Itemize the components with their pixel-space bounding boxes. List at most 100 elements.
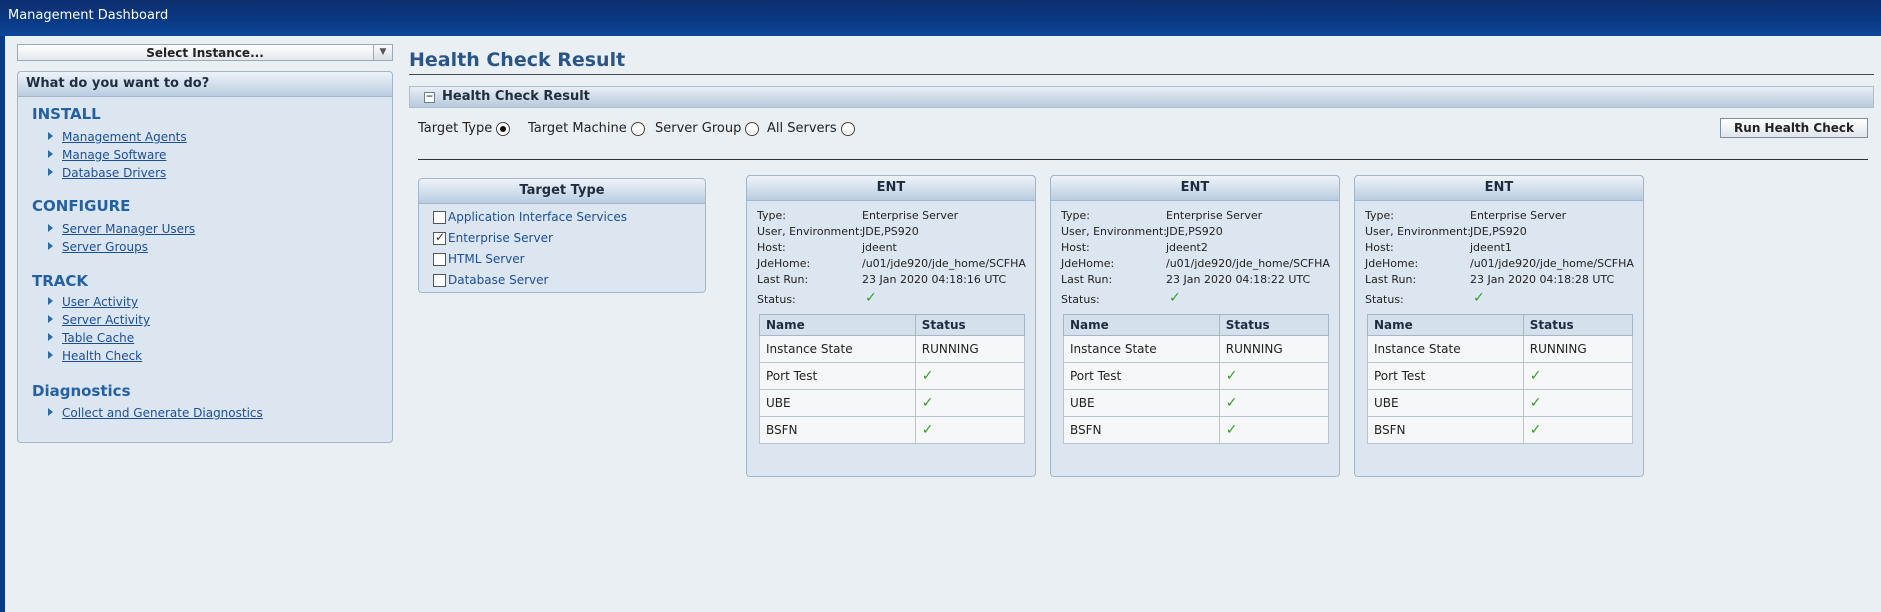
checkmark-icon: ✓	[1218, 362, 1330, 390]
option-enterprise-server[interactable]: ✓ Enterprise Server	[433, 230, 553, 245]
table-row: UBE ✓	[1367, 389, 1634, 417]
value-user-env: JDE,PS920	[862, 225, 919, 238]
divider	[418, 159, 1868, 160]
radio-target-machine[interactable]: Target Machine	[528, 121, 645, 136]
link-user-activity[interactable]: User Activity	[48, 295, 138, 309]
triangle-right-icon	[48, 297, 53, 305]
option-ais[interactable]: Application Interface Services	[433, 210, 627, 224]
value-user-env: JDE,PS920	[1470, 225, 1527, 238]
link-management-agents[interactable]: Management Agents	[48, 130, 187, 144]
page-title: Health Check Result	[409, 49, 626, 71]
checkmark-icon: ✓	[1473, 290, 1485, 306]
target-type-panel-title: Target Type	[419, 179, 705, 204]
checkmark-icon: ✓	[1522, 416, 1634, 444]
label-type: Type:	[757, 209, 786, 222]
triangle-right-icon	[48, 150, 53, 158]
health-table: Name Status Instance State RUNNING Port Te…	[1063, 314, 1330, 444]
instance-select-value: Select Instance...	[146, 46, 264, 60]
table-row: Instance State RUNNING	[1063, 335, 1330, 363]
label-jde-home: JdeHome:	[1061, 257, 1115, 270]
title-bar: Management Dashboard	[0, 0, 1881, 36]
label-last-run: Last Run:	[1061, 273, 1113, 286]
instance-select[interactable]: Select Instance... ▼	[17, 44, 393, 61]
checkbox[interactable]	[433, 274, 446, 287]
checkmark-icon: ✓	[1522, 389, 1634, 417]
value-type: Enterprise Server	[1470, 209, 1567, 222]
checkbox[interactable]	[433, 211, 446, 224]
title-rule	[409, 74, 1874, 75]
link-health-check[interactable]: Health Check	[48, 349, 142, 363]
label-jde-home: JdeHome:	[757, 257, 811, 270]
server-card: ENT Type: Enterprise Server User, Enviro…	[1050, 175, 1340, 477]
value-host: jdeent2	[1166, 241, 1208, 254]
link-table-cache[interactable]: Table Cache	[48, 331, 134, 345]
checkmark-icon: ✓	[1169, 290, 1181, 306]
label-type: Type:	[1365, 209, 1394, 222]
table-row: UBE ✓	[759, 389, 1026, 417]
label-type: Type:	[1061, 209, 1090, 222]
link-database-drivers[interactable]: Database Drivers	[48, 166, 166, 180]
label-jde-home: JdeHome:	[1365, 257, 1419, 270]
label-user-env: User, Environment:	[1365, 225, 1472, 238]
checkbox-checked[interactable]: ✓	[433, 230, 446, 245]
task-panel-title: What do you want to do?	[18, 72, 392, 97]
value-host: jdeent	[862, 241, 897, 254]
table-row: Port Test ✓	[1367, 362, 1634, 390]
value-host: jdeent1	[1470, 241, 1512, 254]
link-server-activity[interactable]: Server Activity	[48, 313, 150, 327]
run-health-check-button[interactable]: Run Health Check	[1720, 118, 1868, 138]
triangle-right-icon	[48, 408, 53, 416]
label-host: Host:	[757, 241, 786, 254]
link-server-manager-users[interactable]: Server Manager Users	[48, 222, 195, 236]
checkbox[interactable]	[433, 253, 446, 266]
value-jde-home: /u01/jde920/jde_home/SCFHA	[1166, 257, 1330, 270]
table-row: Port Test ✓	[1063, 362, 1330, 390]
col-status: Status	[1218, 314, 1330, 336]
option-database-server[interactable]: Database Server	[433, 273, 548, 287]
triangle-right-icon	[48, 242, 53, 250]
value-type: Enterprise Server	[1166, 209, 1263, 222]
task-panel: What do you want to do? INSTALL Manageme…	[17, 71, 393, 443]
collapse-minus-icon[interactable]: −	[424, 92, 435, 103]
app-title: Management Dashboard	[8, 8, 169, 23]
radio-button-selected[interactable]	[496, 121, 511, 136]
table-row: BSFN ✓	[1367, 416, 1634, 444]
card-title: ENT	[1355, 176, 1643, 201]
server-card: ENT Type: Enterprise Server User, Enviro…	[1354, 175, 1644, 477]
checkmark-icon: ✓	[435, 230, 446, 244]
radio-button[interactable]	[745, 121, 760, 136]
radio-button[interactable]	[630, 121, 645, 136]
col-status: Status	[914, 314, 1026, 336]
radio-server-group[interactable]: Server Group	[655, 121, 760, 136]
triangle-right-icon	[48, 351, 53, 359]
label-last-run: Last Run:	[1365, 273, 1417, 286]
link-collect-diagnostics[interactable]: Collect and Generate Diagnostics	[48, 406, 263, 420]
value-type: Enterprise Server	[862, 209, 959, 222]
value-user-env: JDE,PS920	[1166, 225, 1223, 238]
checkmark-icon: ✓	[914, 416, 1026, 444]
value-jde-home: /u01/jde920/jde_home/SCFHA	[862, 257, 1026, 270]
table-row: BSFN ✓	[759, 416, 1026, 444]
chevron-down-icon[interactable]: ▼	[373, 45, 392, 60]
col-name: Name	[1063, 314, 1220, 336]
section-configure: CONFIGURE	[32, 197, 131, 215]
checkmark-icon: ✓	[914, 389, 1026, 417]
radio-all-servers[interactable]: All Servers	[767, 121, 855, 136]
radio-target-type[interactable]: Target Type	[418, 121, 511, 136]
option-html-server[interactable]: HTML Server	[433, 252, 525, 266]
target-type-panel: Target Type Application Interface Servic…	[418, 178, 706, 293]
table-row: Port Test ✓	[759, 362, 1026, 390]
link-manage-software[interactable]: Manage Software	[48, 148, 166, 162]
section-header[interactable]: − Health Check Result	[409, 86, 1874, 108]
card-title: ENT	[1051, 176, 1339, 201]
radio-button[interactable]	[840, 121, 855, 136]
table-row: UBE ✓	[1063, 389, 1330, 417]
label-last-run: Last Run:	[757, 273, 809, 286]
value-last-run: 23 Jan 2020 04:18:28 UTC	[1470, 273, 1615, 286]
triangle-right-icon	[48, 168, 53, 176]
label-user-env: User, Environment:	[757, 225, 864, 238]
triangle-right-icon	[48, 333, 53, 341]
checkmark-icon: ✓	[1218, 416, 1330, 444]
link-server-groups[interactable]: Server Groups	[48, 240, 148, 254]
health-table: Name Status Instance State RUNNING Port Te…	[1367, 314, 1634, 444]
